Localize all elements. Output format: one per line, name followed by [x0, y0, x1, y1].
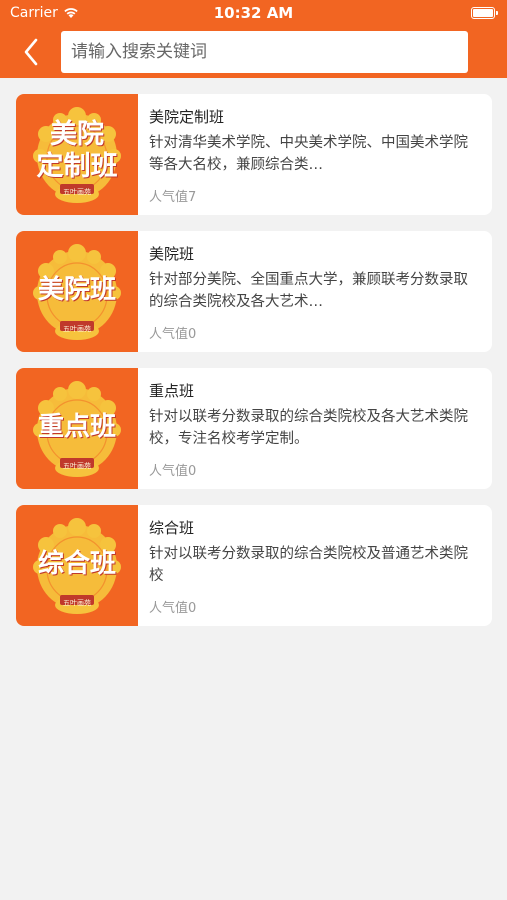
- course-title: 重点班: [149, 382, 195, 400]
- popularity-label: 人气值7: [149, 190, 197, 205]
- search-input[interactable]: [61, 31, 468, 73]
- thumb-title-line: 定制班: [36, 151, 118, 182]
- thumb-subtitle: 五叶画苑: [63, 462, 91, 470]
- course-description: 针对部分美院、全国重点大学，兼顾联考分数录取的综合类院校及各大艺术…: [149, 272, 468, 310]
- popularity-label: 人气值0: [149, 464, 197, 479]
- thumb-title-line: 重点班: [37, 412, 116, 442]
- clock: 10:32 AM: [213, 4, 294, 22]
- thumb-subtitle: 五叶画苑: [63, 599, 91, 607]
- status-bar: Carrier 10:32 AM: [0, 0, 507, 28]
- course-list: 美院 定制班 五叶画苑 美院定制班 针对清华美术学院、中央美术学院、中国美术学院等…: [16, 94, 492, 642]
- search-box[interactable]: [61, 31, 468, 73]
- course-thumbnail: 美院 定制班 五叶画苑: [16, 94, 138, 215]
- course-description: 针对清华美术学院、中央美术学院、中国美术学院等各大名校，兼顾综合类…: [149, 135, 468, 173]
- chevron-left-icon: [24, 38, 38, 66]
- battery-icon: [471, 7, 498, 19]
- course-thumbnail: 美院班 五叶画苑: [16, 231, 138, 352]
- course-title: 美院班: [149, 245, 195, 263]
- course-thumbnail: 重点班 五叶画苑: [16, 368, 138, 489]
- thumb-subtitle: 五叶画苑: [63, 325, 91, 333]
- thumb-title-line: 美院: [50, 119, 104, 150]
- course-thumbnail: 综合班 五叶画苑: [16, 505, 138, 626]
- course-title: 综合班: [149, 519, 195, 537]
- thumb-title: 重点班: [16, 412, 138, 442]
- thumb-title-line: 美院班: [37, 275, 116, 305]
- thumb-subtitle: 五叶画苑: [63, 188, 91, 196]
- popularity-label: 人气值0: [149, 327, 197, 342]
- thumb-title: 美院 定制班: [16, 119, 138, 183]
- popularity-label: 人气值0: [149, 601, 197, 616]
- back-button[interactable]: [16, 36, 48, 68]
- course-title: 美院定制班: [149, 108, 225, 126]
- course-card[interactable]: 重点班 五叶画苑 重点班 针对以联考分数录取的综合类院校及各大艺术类院校，专注名…: [16, 368, 492, 489]
- header-bar: Carrier 10:32 AM: [0, 0, 507, 78]
- course-card[interactable]: 美院 定制班 五叶画苑 美院定制班 针对清华美术学院、中央美术学院、中国美术学院等…: [16, 94, 492, 215]
- thumb-title-line: 综合班: [37, 549, 116, 579]
- thumb-title: 综合班: [16, 549, 138, 579]
- course-card[interactable]: 美院班 五叶画苑 美院班 针对部分美院、全国重点大学，兼顾联考分数录取的综合类院…: [16, 231, 492, 352]
- course-card[interactable]: 综合班 五叶画苑 综合班 针对以联考分数录取的综合类院校及普通艺术类院校 人气值…: [16, 505, 492, 626]
- course-description: 针对以联考分数录取的综合类院校及各大艺术类院校，专注名校考学定制。: [149, 409, 468, 447]
- course-description: 针对以联考分数录取的综合类院校及普通艺术类院校: [149, 546, 468, 584]
- thumb-title: 美院班: [16, 275, 138, 305]
